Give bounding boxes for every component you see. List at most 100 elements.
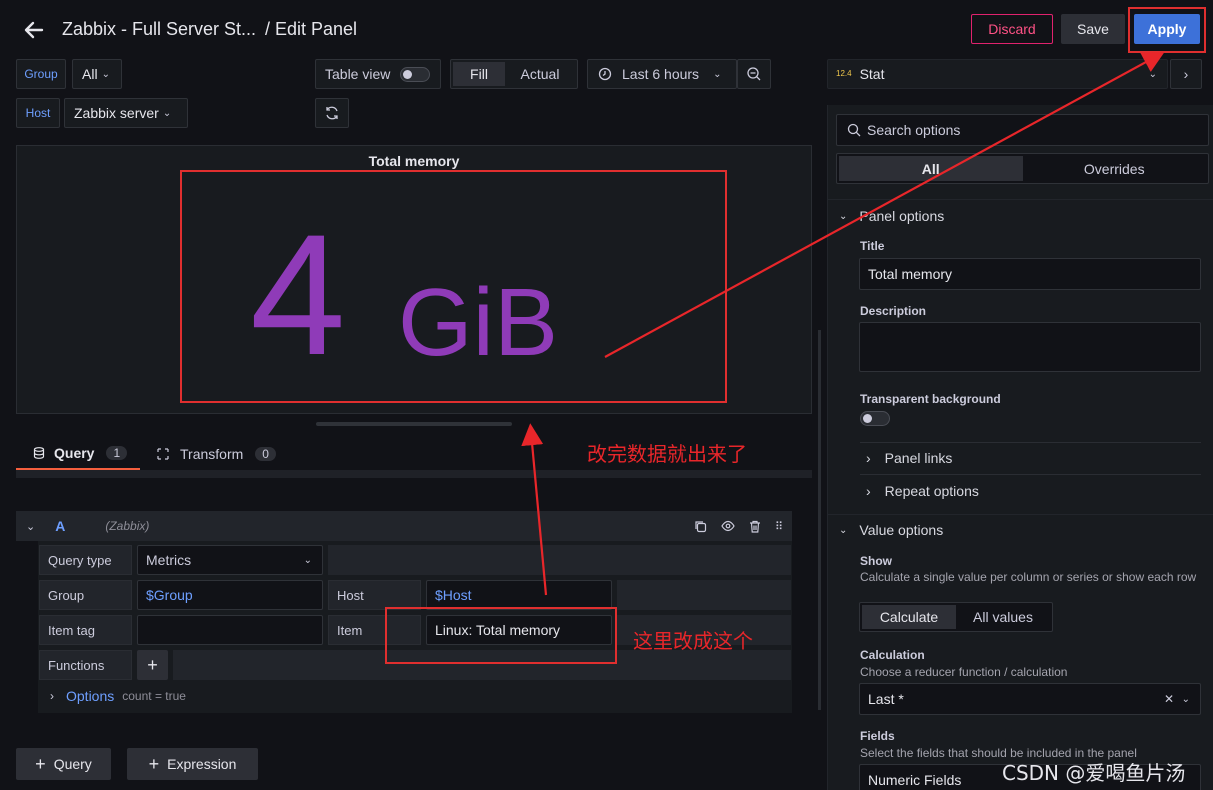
annotation-note-1: 改完数据就出来了 <box>587 442 747 466</box>
plus-icon: + <box>35 753 46 774</box>
divider <box>860 474 1201 475</box>
options-row[interactable]: › Options count = true <box>50 688 186 704</box>
save-button[interactable]: Save <box>1061 14 1125 44</box>
host-input[interactable]: $Host <box>426 580 612 610</box>
back-arrow-icon[interactable] <box>22 18 46 42</box>
tab-all[interactable]: All <box>839 156 1023 181</box>
add-query-button[interactable]: + Query <box>16 748 111 780</box>
toggle-switch[interactable] <box>400 66 431 82</box>
show-description: Calculate a single value per column or s… <box>860 570 1197 584</box>
item-input[interactable]: Linux: Total memory <box>426 615 612 645</box>
scrollbar[interactable] <box>818 330 821 710</box>
chevron-right-icon: › <box>1183 66 1189 82</box>
item-tag-input[interactable] <box>137 615 323 645</box>
tab-query[interactable]: Query 1 <box>16 438 140 470</box>
annotation-note-2: 这里改成这个 <box>633 629 753 653</box>
search-icon <box>847 123 861 137</box>
drag-handle-icon[interactable]: ⠿ <box>775 520 783 533</box>
zoom-out-button[interactable] <box>737 59 771 89</box>
transparent-label: Transparent background <box>860 392 1001 406</box>
divider <box>828 199 1213 200</box>
chevron-down-icon: ⌄ <box>839 210 848 222</box>
chevron-down-icon[interactable]: ⌄ <box>26 520 35 533</box>
description-textarea[interactable] <box>859 322 1201 372</box>
tab-overrides[interactable]: Overrides <box>1023 156 1207 181</box>
group-label: Group <box>39 580 132 610</box>
chevron-down-icon: ⌄ <box>839 524 848 536</box>
plus-icon: + <box>148 753 160 774</box>
tab-transform[interactable]: Transform 0 <box>156 438 276 470</box>
title-input[interactable]: Total memory <box>859 258 1201 290</box>
add-expression-button[interactable]: + Expression <box>127 748 258 780</box>
stat-viz-icon: 12.4 <box>836 69 852 78</box>
panel-options-header[interactable]: ⌄ Panel options <box>839 208 944 224</box>
transparent-toggle[interactable] <box>860 411 890 426</box>
row-filler <box>328 545 791 575</box>
refresh-icon <box>324 105 340 121</box>
title-label: Title <box>860 239 885 253</box>
clear-icon[interactable]: ✕ <box>1164 692 1174 706</box>
zoom-out-icon <box>746 66 762 82</box>
time-range-picker[interactable]: Last 6 hours ⌄ <box>587 59 737 89</box>
host-label: Host <box>328 580 421 610</box>
refresh-button[interactable] <box>315 98 349 128</box>
query-row-header[interactable]: ⌄ A (Zabbix) ⠿ <box>16 511 792 541</box>
row-filler <box>173 650 791 680</box>
group-var-label: Group <box>16 59 66 89</box>
chevron-right-icon: › <box>866 450 871 466</box>
item-tag-label: Item tag <box>39 615 132 645</box>
trash-icon[interactable] <box>749 520 761 533</box>
host-var-select[interactable]: Zabbix server ⌄ <box>64 98 188 128</box>
duplicate-icon[interactable] <box>694 520 707 533</box>
fields-label: Fields <box>860 729 895 743</box>
add-function-button[interactable]: + <box>137 650 168 680</box>
chevron-down-icon: ⌄ <box>303 554 312 566</box>
actual-option[interactable]: Actual <box>505 62 575 86</box>
query-type-select[interactable]: Metrics ⌄ <box>137 545 323 575</box>
calculation-label: Calculation <box>860 648 925 662</box>
group-input[interactable]: $Group <box>137 580 323 610</box>
visualization-picker[interactable]: 12.4 Stat ⌄ <box>827 59 1168 89</box>
divider <box>828 514 1213 515</box>
divider <box>860 442 1201 443</box>
eye-icon[interactable] <box>721 520 735 532</box>
clock-icon <box>598 67 612 81</box>
dashboard-title[interactable]: Zabbix - Full Server St... <box>62 19 256 40</box>
stat-unit: GiB <box>398 269 559 376</box>
calculation-description: Choose a reducer function / calculation <box>860 665 1068 679</box>
chevron-down-icon: ⌄ <box>162 107 172 119</box>
description-label: Description <box>860 304 927 318</box>
chevron-right-icon: › <box>50 689 54 703</box>
show-label: Show <box>860 554 892 568</box>
query-tabs-divider <box>16 470 812 478</box>
apply-button[interactable]: Apply <box>1134 14 1200 44</box>
query-type-label: Query type <box>39 545 132 575</box>
fill-option[interactable]: Fill <box>453 62 505 86</box>
watermark: CSDN @爱喝鱼片汤 <box>1002 761 1186 785</box>
functions-label: Functions <box>39 650 132 680</box>
calculation-select[interactable]: Last * ✕ ⌄ <box>859 683 1201 715</box>
table-view-toggle[interactable]: Table view <box>315 59 441 89</box>
chevron-down-icon: ⌄ <box>1181 693 1190 705</box>
stat-value: 4 <box>250 199 346 391</box>
search-options-input[interactable]: Search options <box>836 114 1209 146</box>
chevron-down-icon: ⌄ <box>1148 68 1157 80</box>
all-values-option[interactable]: All values <box>956 605 1050 629</box>
item-label: Item <box>328 615 421 645</box>
show-radio-group: Calculate All values <box>859 602 1053 632</box>
group-var-select[interactable]: All ⌄ <box>72 59 122 89</box>
chevron-down-icon: ⌄ <box>101 68 110 80</box>
calculate-option[interactable]: Calculate <box>862 605 956 629</box>
chevron-right-icon: › <box>866 483 871 499</box>
options-tabs: All Overrides <box>836 153 1209 184</box>
splitter-handle[interactable] <box>316 422 512 426</box>
repeat-options-header[interactable]: › Repeat options <box>866 483 979 499</box>
database-icon <box>32 446 46 460</box>
collapse-options-button[interactable]: › <box>1170 59 1202 89</box>
panel-title: Total memory <box>368 153 460 169</box>
panel-links-header[interactable]: › Panel links <box>866 450 952 466</box>
row-filler <box>617 580 791 610</box>
discard-button[interactable]: Discard <box>971 14 1053 44</box>
page-title: / Edit Panel <box>265 19 358 39</box>
value-options-header[interactable]: ⌄ Value options <box>839 522 943 538</box>
